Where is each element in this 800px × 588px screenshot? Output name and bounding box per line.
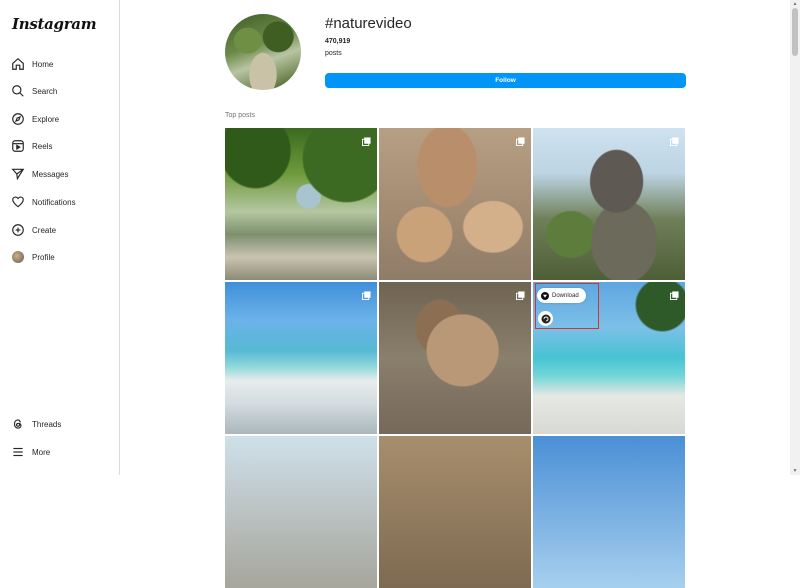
post-tile[interactable]: Download	[533, 282, 685, 434]
plus-square-icon	[11, 223, 25, 237]
heart-icon	[11, 195, 25, 209]
post-tile[interactable]	[225, 436, 377, 588]
sidebar-item-more[interactable]: More	[11, 442, 50, 462]
scrollbar[interactable]: ▲ ▼	[790, 0, 800, 475]
sidebar-item-home[interactable]: Home	[11, 54, 53, 74]
refresh-icon	[541, 314, 550, 323]
post-tile[interactable]	[225, 128, 377, 280]
sidebar-item-label: Create	[32, 225, 57, 235]
compass-icon	[11, 112, 25, 126]
scrollbar-thumb[interactable]	[792, 8, 798, 56]
post-count: 470,919	[325, 38, 351, 45]
sidebar-item-label: Threads	[32, 419, 62, 429]
reels-icon	[11, 139, 25, 153]
threads-icon	[11, 417, 25, 431]
sidebar-item-reels[interactable]: Reels	[11, 136, 52, 156]
sidebar-item-create[interactable]: Create	[11, 220, 56, 240]
sidebar-item-label: Explore	[32, 114, 60, 124]
sidebar-item-notifications[interactable]: Notifications	[11, 192, 76, 212]
sidebar-item-profile[interactable]: Profile	[11, 247, 55, 267]
menu-icon	[11, 445, 25, 459]
hashtag-title: #naturevideo	[325, 15, 412, 32]
sidebar-item-label: Notifications	[32, 197, 76, 207]
send-icon	[11, 167, 25, 181]
sidebar-item-label: Messages	[32, 169, 69, 179]
post-tile[interactable]	[225, 282, 377, 434]
multi-post-icon	[516, 287, 525, 300]
sidebar-item-label: Home	[32, 59, 54, 69]
multi-post-icon	[362, 287, 371, 300]
post-tile[interactable]	[379, 282, 531, 434]
post-tile[interactable]	[379, 128, 531, 280]
main-content: #naturevideo 470,919 posts Follow Top po…	[121, 0, 790, 588]
sidebar-item-label: More	[32, 447, 51, 457]
download-circle-button[interactable]	[538, 311, 553, 326]
follow-button[interactable]: Follow	[325, 73, 686, 88]
sidebar: Instagram Home Search Explore Reels Mess…	[0, 0, 120, 475]
multi-post-icon	[362, 133, 371, 146]
multi-post-icon	[670, 133, 679, 146]
sidebar-item-label: Search	[32, 86, 58, 96]
multi-post-icon	[516, 133, 525, 146]
section-title-top-posts: Top posts	[225, 112, 255, 119]
sidebar-item-threads[interactable]: Threads	[11, 414, 61, 434]
post-tile[interactable]	[533, 128, 685, 280]
search-icon	[11, 84, 25, 98]
posts-label: posts	[325, 50, 342, 57]
instagram-logo[interactable]: Instagram	[12, 15, 97, 33]
download-button[interactable]: Download	[537, 288, 586, 303]
sidebar-item-label: Profile	[32, 252, 55, 262]
sidebar-item-explore[interactable]: Explore	[11, 109, 59, 129]
scroll-down-arrow-icon[interactable]: ▼	[792, 468, 798, 474]
scroll-up-arrow-icon[interactable]: ▲	[792, 1, 798, 7]
sidebar-item-search[interactable]: Search	[11, 81, 57, 101]
home-icon	[11, 57, 25, 71]
download-label: Download	[552, 292, 579, 299]
download-icon	[541, 291, 549, 300]
sidebar-item-label: Reels	[32, 141, 53, 151]
post-tile[interactable]	[533, 436, 685, 588]
post-tile[interactable]	[379, 436, 531, 588]
hashtag-profile-image	[225, 14, 301, 90]
multi-post-icon	[670, 287, 679, 300]
avatar-icon	[11, 250, 25, 264]
sidebar-item-messages[interactable]: Messages	[11, 164, 68, 184]
